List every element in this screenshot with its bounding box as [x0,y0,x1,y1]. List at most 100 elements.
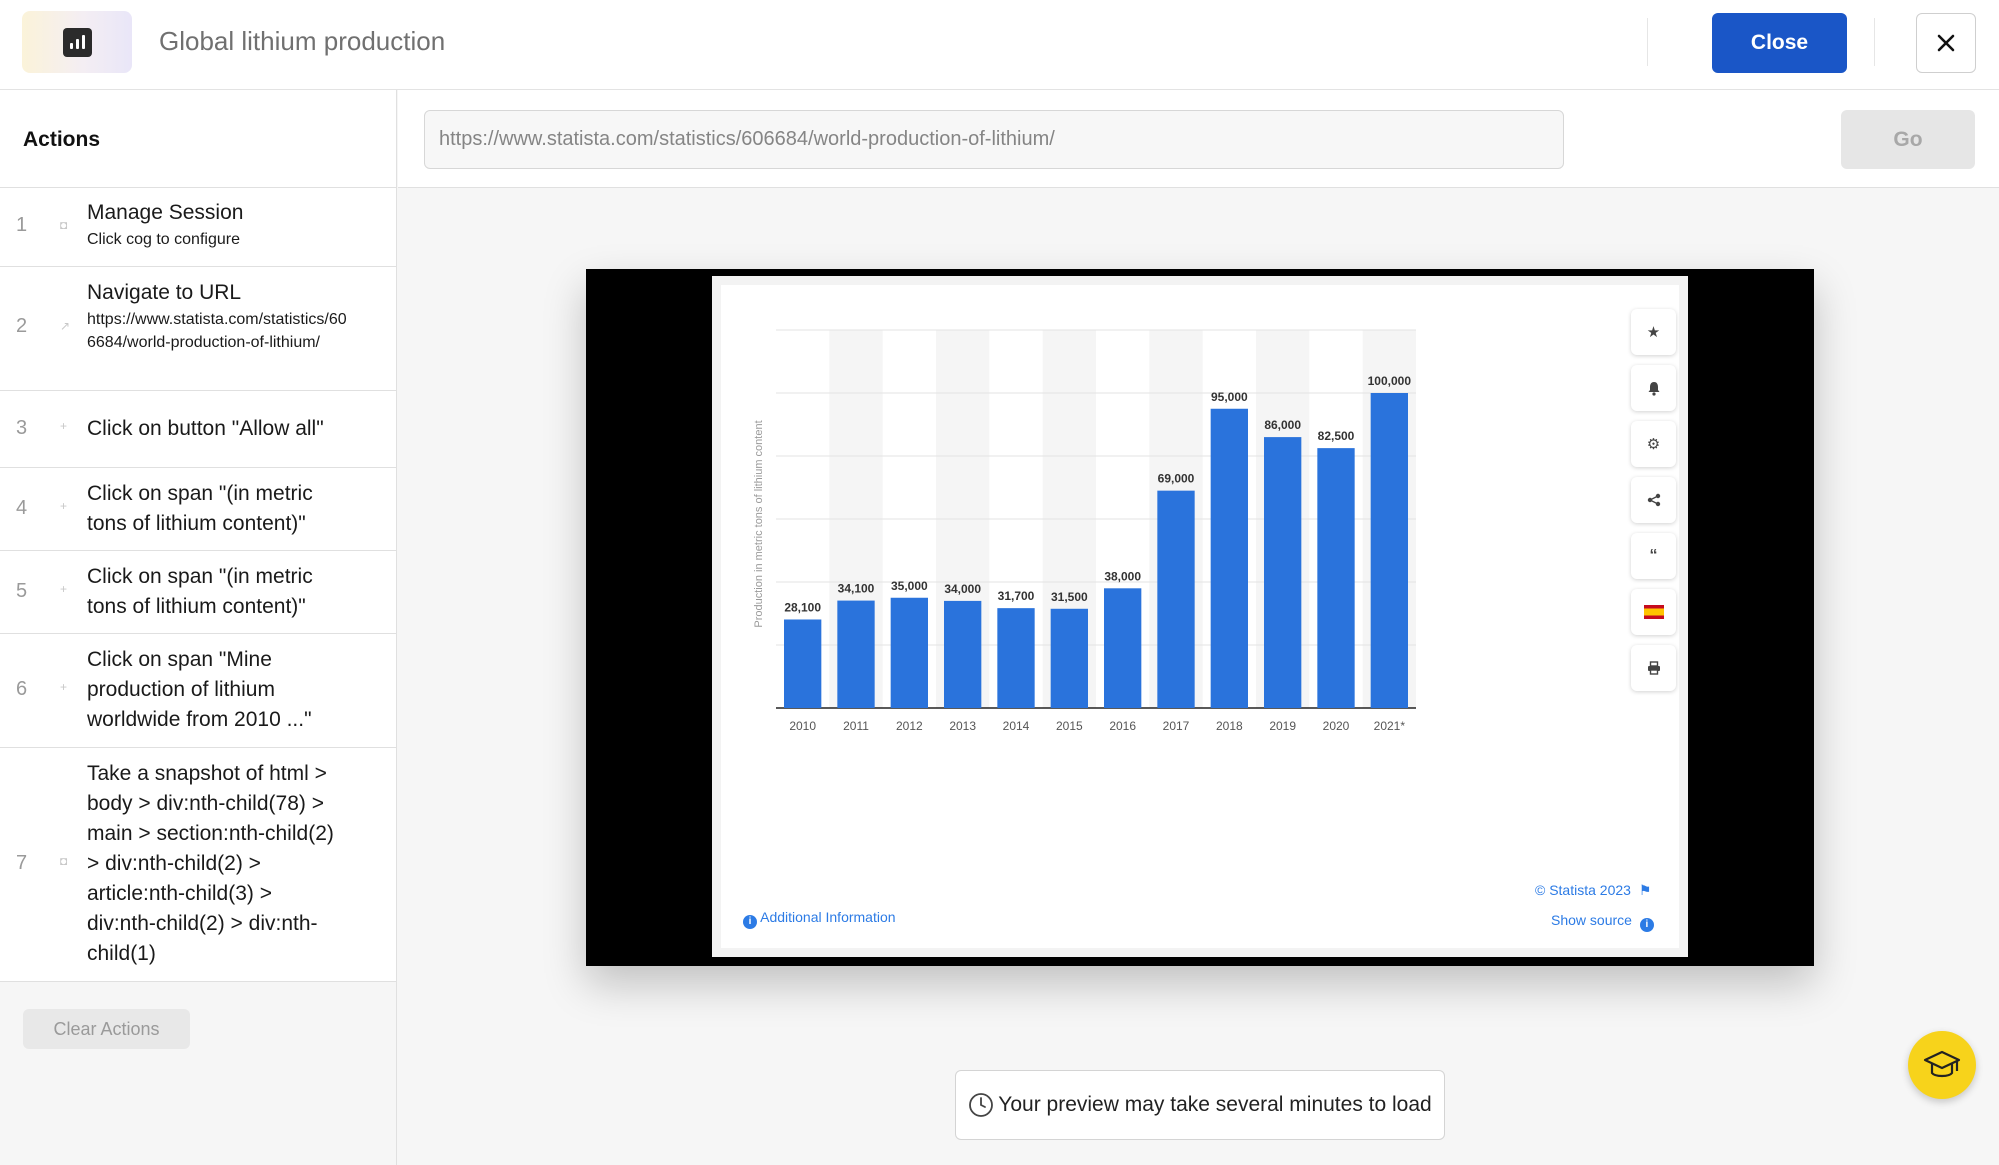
action-item-3[interactable]: 3 + Click on button "Allow all" [0,391,396,468]
camera-icon: ◘ [60,218,68,232]
action-label: Click on span "(in metric tons of lithiu… [87,565,313,618]
bar [784,619,822,708]
flag-spain-icon[interactable] [1631,589,1676,635]
page-title: Global lithium production [159,26,446,56]
info-icon: i [1639,918,1654,932]
statista-chart-frame: Production in metric tons of lithium con… [712,276,1688,957]
url-input[interactable] [424,110,1564,169]
data-label: 82,500 [1318,429,1355,443]
clear-actions-button[interactable]: Clear Actions [23,1009,190,1049]
action-label: Click on span "(in metric tons of lithiu… [87,482,313,535]
bar [1157,490,1195,708]
data-label: 38,000 [1104,569,1141,583]
divider [1874,18,1875,66]
x-tick-label: 2021* [1374,719,1406,733]
bar [1050,608,1088,708]
action-label: Navigate to URL [87,281,242,304]
go-button[interactable]: Go [1841,110,1975,169]
camera-icon: ◘ [60,854,68,868]
action-label: Click on span "Mine production of lithiu… [87,648,312,731]
x-tick-label: 2014 [1003,719,1030,733]
bell-icon[interactable] [1631,365,1676,411]
x-tick-label: 2020 [1323,719,1350,733]
bar [997,608,1035,708]
chart-toolbar: ★ ⚙ “ [1631,309,1676,701]
bar [1317,448,1355,708]
x-tick-label: 2011 [843,719,869,733]
top-bar: Global lithium production Close [0,0,1999,90]
x-tick-label: 2010 [789,719,816,733]
x-tick-label: 2016 [1109,719,1136,733]
x-tick-label: 2018 [1216,719,1243,733]
action-number: 5 [16,580,28,602]
external-link-icon: ↗ [60,319,71,333]
action-item-7[interactable]: 7 ◘ Take a snapshot of html > body > div… [0,748,396,982]
action-item-4[interactable]: 4 + Click on span "(in metric tons of li… [0,468,396,551]
dismiss-button[interactable] [1916,13,1976,73]
pointer-icon: + [60,680,68,694]
action-label: Click on button "Allow all" [87,417,324,440]
data-label: 69,000 [1158,472,1195,486]
x-tick-label: 2013 [949,719,976,733]
show-source-text: Show source [1551,912,1632,928]
app-logo [22,11,132,73]
action-number: 7 [16,852,28,874]
data-label: 31,500 [1051,590,1088,604]
data-label: 95,000 [1211,390,1248,404]
action-number: 4 [16,497,28,519]
actions-sidebar: Actions 1 ◘ Manage Session Click cog to … [0,90,397,1165]
graduation-cap-icon [1923,1050,1961,1078]
data-label: 100,000 [1368,374,1412,388]
y-axis-label: Production in metric tons of lithium con… [753,420,765,627]
data-label: 34,100 [838,582,875,596]
bar [890,597,928,708]
close-icon [1937,34,1955,52]
bar [1370,393,1408,708]
show-source-link[interactable]: Show source i [1551,912,1654,932]
action-number: 2 [16,315,28,337]
action-sublabel: https://www.statista.com/statistics/6066… [87,311,347,351]
star-icon[interactable]: ★ [1631,309,1676,355]
additional-information-link[interactable]: i Additional Information [743,909,896,929]
bar [837,600,875,708]
url-bar: Go [398,90,1999,188]
action-item-2[interactable]: 2 ↗ Navigate to URL https://www.statista… [0,267,396,391]
data-label: 35,000 [891,579,928,593]
additional-information-text: Additional Information [760,909,896,925]
quote-icon[interactable]: “ [1631,533,1676,579]
close-button[interactable]: Close [1712,13,1847,73]
pointer-icon: + [60,419,68,433]
action-number: 6 [16,678,28,700]
copyright-text: © Statista 2023 [1535,882,1631,898]
loading-notice-text: Your preview may take several minutes to… [998,1093,1432,1116]
data-label: 28,100 [784,600,821,614]
gear-icon[interactable]: ⚙ [1631,421,1676,467]
action-number: 3 [16,417,28,439]
action-number: 1 [16,214,28,236]
share-icon[interactable] [1631,477,1676,523]
copyright-link[interactable]: © Statista 2023 ⚑ [1535,882,1651,899]
action-item-5[interactable]: 5 + Click on span "(in metric tons of li… [0,551,396,634]
info-icon: i [743,915,757,929]
bar-chart: Production in metric tons of lithium con… [753,329,1416,733]
loading-notice: Your preview may take several minutes to… [955,1070,1445,1140]
x-tick-label: 2019 [1269,719,1296,733]
clock-icon [969,1093,994,1117]
action-sublabel: Click cog to configure [87,231,240,248]
help-button[interactable] [1908,1031,1976,1099]
bar [1104,588,1142,708]
bar [1210,408,1248,708]
bar [1264,437,1302,708]
bar [944,600,982,708]
data-label: 34,000 [944,582,981,596]
action-item-6[interactable]: 6 + Click on span "Mine production of li… [0,634,396,748]
print-icon[interactable] [1631,645,1676,691]
preview-pane: Production in metric tons of lithium con… [586,269,1814,966]
action-item-1[interactable]: 1 ◘ Manage Session Click cog to configur… [0,188,396,267]
data-label: 86,000 [1264,418,1301,432]
pointer-icon: + [60,582,68,596]
bar-chart-icon [62,27,92,57]
x-tick-label: 2015 [1056,719,1083,733]
x-tick-label: 2012 [896,719,923,733]
flag-icon: ⚑ [1638,882,1652,898]
